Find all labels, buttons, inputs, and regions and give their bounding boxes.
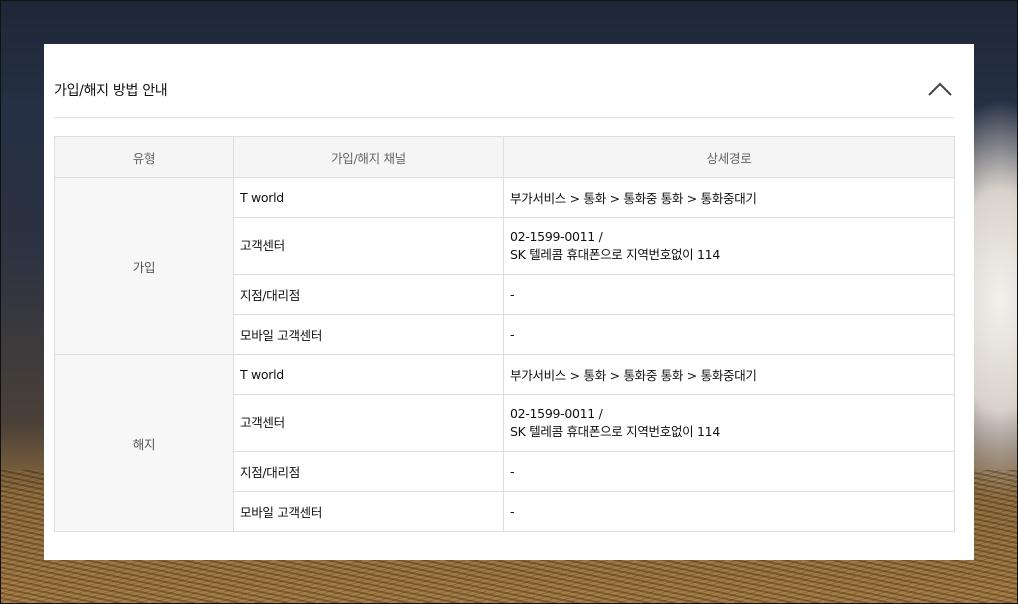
channel-cell: 모바일 고객센터 bbox=[233, 314, 504, 355]
detail-text: SK 텔레콤 휴대폰으로 지역번호없이 114 bbox=[510, 247, 720, 262]
channel-cell: 고객센터 bbox=[233, 394, 504, 452]
header-channel: 가입/해지 채널 bbox=[233, 136, 504, 178]
channel-cell: 지점/대리점 bbox=[233, 451, 504, 492]
detail-text: 부가서비스 > 통화 > 통화중 통화 > 통화중대기 bbox=[510, 191, 757, 206]
detail-text: - bbox=[510, 504, 515, 519]
header-type: 유형 bbox=[54, 136, 234, 178]
header-detail: 상세경로 bbox=[503, 136, 955, 178]
signup-cancel-table: 유형 가입/해지 채널 상세경로 가입 T world 부가서비스 > 통화 >… bbox=[54, 136, 955, 532]
detail-cell: - bbox=[503, 274, 955, 315]
detail-cell: - bbox=[503, 314, 955, 355]
info-panel: 가입/해지 방법 안내 유형 가입/해지 채널 상세경로 가입 T world bbox=[44, 44, 974, 560]
detail-cell: - bbox=[503, 451, 955, 492]
table-header-row: 유형 가입/해지 채널 상세경로 bbox=[54, 136, 955, 178]
detail-cell: 부가서비스 > 통화 > 통화중 통화 > 통화중대기 bbox=[503, 354, 955, 395]
detail-text: SK 텔레콤 휴대폰으로 지역번호없이 114 bbox=[510, 424, 720, 439]
detail-text: - bbox=[510, 464, 515, 479]
panel-header[interactable]: 가입/해지 방법 안내 bbox=[54, 44, 954, 118]
table-row: 가입 T world 부가서비스 > 통화 > 통화중 통화 > 통화중대기 bbox=[54, 177, 955, 355]
channel-cell: T world bbox=[233, 354, 504, 395]
detail-text: 02-1599-0011 / bbox=[510, 229, 603, 244]
detail-text: - bbox=[510, 287, 515, 302]
type-cell-signup: 가입 bbox=[54, 177, 234, 355]
table-row: 해지 T world 부가서비스 > 통화 > 통화중 통화 > 통화중대기 bbox=[54, 354, 955, 532]
detail-text: - bbox=[510, 327, 515, 342]
chevron-up-icon bbox=[928, 82, 952, 96]
detail-text: 부가서비스 > 통화 > 통화중 통화 > 통화중대기 bbox=[510, 368, 757, 383]
channel-cell: T world bbox=[233, 177, 504, 218]
detail-cell: 부가서비스 > 통화 > 통화중 통화 > 통화중대기 bbox=[503, 177, 955, 218]
channel-cell: 고객센터 bbox=[233, 217, 504, 275]
type-cell-cancel: 해지 bbox=[54, 354, 234, 532]
panel-title: 가입/해지 방법 안내 bbox=[54, 83, 168, 99]
channel-cell: 모바일 고객센터 bbox=[233, 491, 504, 532]
collapse-button[interactable] bbox=[926, 78, 954, 102]
channel-cell: 지점/대리점 bbox=[233, 274, 504, 315]
detail-text: 02-1599-0011 / bbox=[510, 406, 603, 421]
detail-cell: - bbox=[503, 491, 955, 532]
detail-cell: 02-1599-0011 / SK 텔레콤 휴대폰으로 지역번호없이 114 bbox=[503, 217, 955, 275]
detail-cell: 02-1599-0011 / SK 텔레콤 휴대폰으로 지역번호없이 114 bbox=[503, 394, 955, 452]
